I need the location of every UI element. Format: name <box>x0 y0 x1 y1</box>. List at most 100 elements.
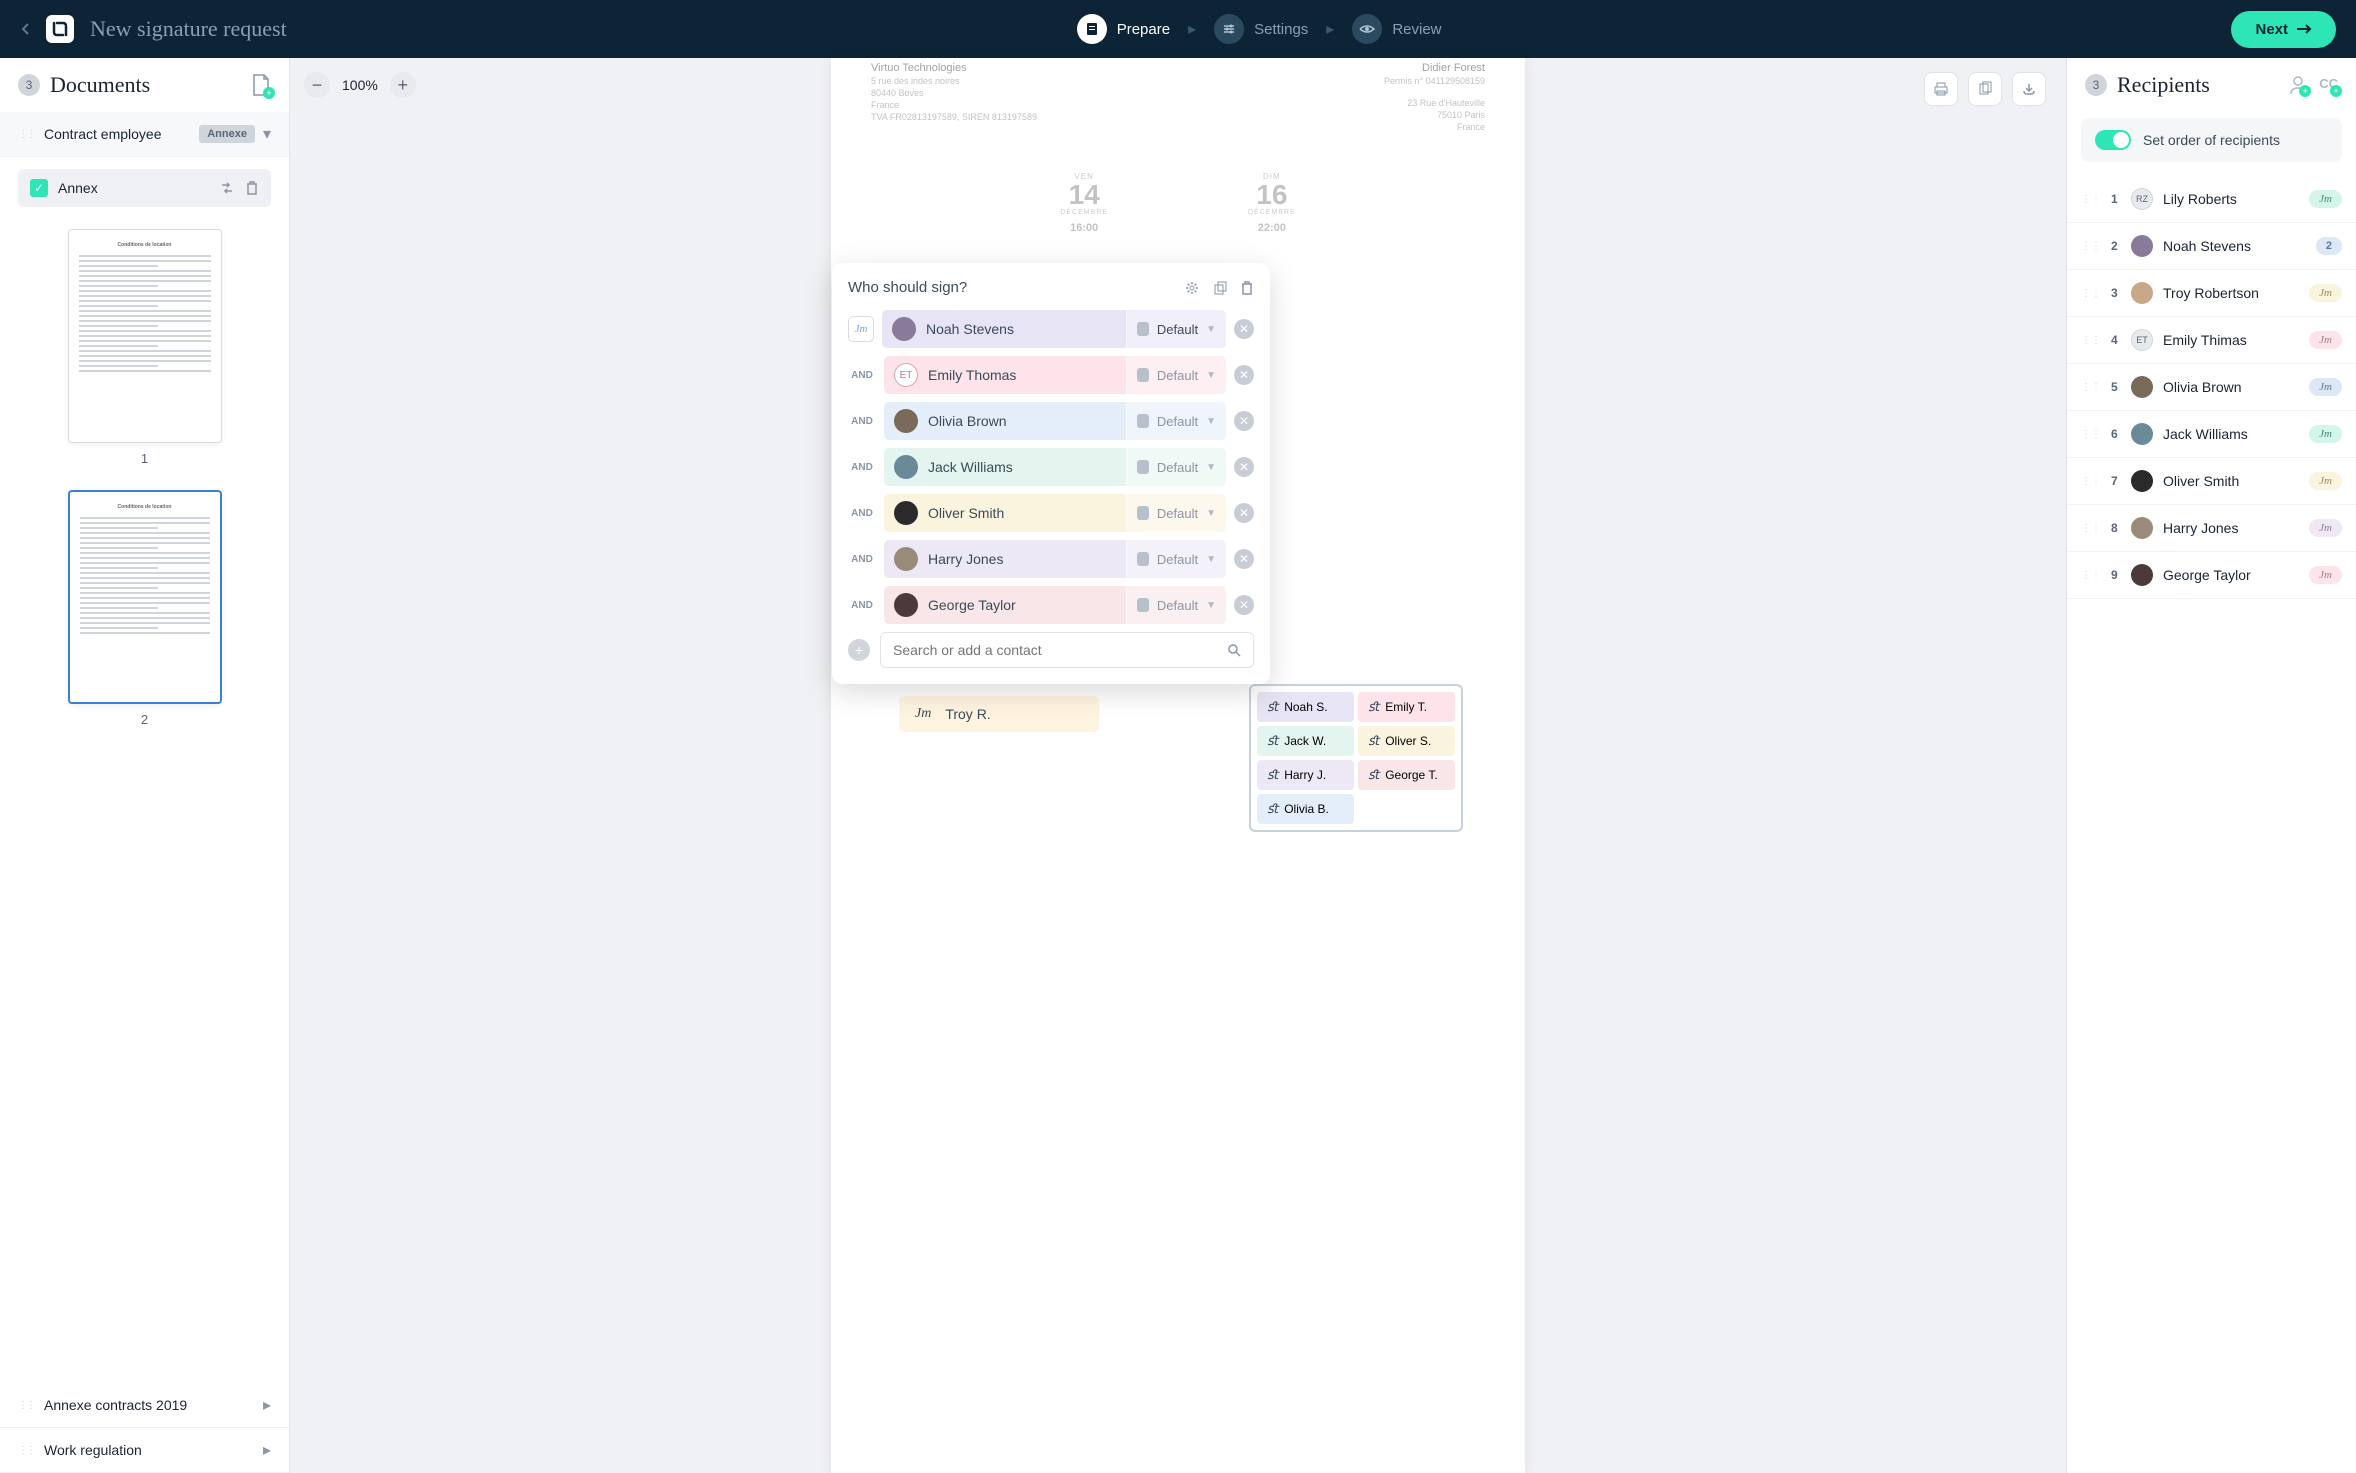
drag-handle-icon[interactable]: ⋮⋮ <box>2081 335 2101 346</box>
sig-cell-oliver[interactable]: ﬆOliver S. <box>1358 726 1455 756</box>
remove-signer-button[interactable]: ✕ <box>1234 503 1254 523</box>
add-recipient-button[interactable]: + <box>2289 75 2307 95</box>
chevron-right-icon[interactable]: ▸ <box>263 1440 271 1460</box>
remove-signer-button[interactable]: ✕ <box>1234 595 1254 615</box>
recipient-row[interactable]: ⋮⋮ 2 Noah Stevens 2 <box>2067 223 2356 270</box>
recipient-row[interactable]: ⋮⋮ 8 Harry Jones Jm <box>2067 505 2356 552</box>
signer-main[interactable]: ET Emily Thomas Default ▼ <box>884 356 1226 394</box>
swap-icon[interactable] <box>219 180 235 196</box>
page-thumbnail-1[interactable]: Conditions de location <box>68 229 222 443</box>
chevron-right-icon[interactable]: ▸ <box>263 1395 271 1415</box>
signer-main[interactable]: Olivia Brown Default ▼ <box>884 402 1226 440</box>
drag-handle-icon[interactable]: ⋮⋮ <box>18 1445 34 1456</box>
recipient-row[interactable]: ⋮⋮ 6 Jack Williams Jm <box>2067 411 2356 458</box>
documents-title: Documents <box>50 72 150 98</box>
and-label: AND <box>848 462 876 473</box>
annex-item[interactable]: ✓ Annex <box>18 169 271 207</box>
search-field[interactable] <box>893 642 1227 658</box>
signer-main[interactable]: Jack Williams Default ▼ <box>884 448 1226 486</box>
trash-icon[interactable] <box>245 180 259 196</box>
recipient-row[interactable]: ⋮⋮ 1 RZ Lily Roberts Jm <box>2067 176 2356 223</box>
page-thumbnail-2[interactable]: Conditions de location <box>68 490 222 704</box>
recipient-row[interactable]: ⋮⋮ 3 Troy Robertson Jm <box>2067 270 2356 317</box>
trash-icon[interactable] <box>1240 280 1254 296</box>
signer-default-dropdown[interactable]: Default ▼ <box>1126 448 1226 486</box>
chevron-down-icon[interactable]: ▾ <box>263 124 271 144</box>
remove-signer-button[interactable]: ✕ <box>1234 365 1254 385</box>
signer-default-dropdown[interactable]: Default ▼ <box>1126 310 1226 348</box>
drag-handle-icon[interactable]: ⋮⋮ <box>18 129 34 140</box>
next-button[interactable]: Next <box>2231 11 2336 48</box>
drag-handle-icon[interactable]: ⋮⋮ <box>2081 429 2101 440</box>
step-review-label: Review <box>1392 21 1441 38</box>
step-review[interactable]: Review <box>1352 14 1441 44</box>
signer-default-dropdown[interactable]: Default ▼ <box>1126 540 1226 578</box>
add-signer-button[interactable]: + <box>848 639 870 661</box>
signer-main[interactable]: Oliver Smith Default ▼ <box>884 494 1226 532</box>
copy-button[interactable] <box>1968 72 2002 106</box>
add-cc-button[interactable]: CC + <box>2319 75 2338 95</box>
drag-handle-icon[interactable]: ⋮⋮ <box>2081 382 2101 393</box>
signer-search-input[interactable] <box>880 632 1254 668</box>
add-document-button[interactable]: + <box>251 73 271 97</box>
drag-handle-icon[interactable]: ⋮⋮ <box>2081 241 2101 252</box>
recipient-row[interactable]: ⋮⋮ 9 George Taylor Jm <box>2067 552 2356 599</box>
zoom-out-button[interactable]: − <box>304 72 330 98</box>
document-item[interactable]: ⋮⋮ Contract employee Annexe ▾ <box>0 112 289 157</box>
drag-handle-icon[interactable]: ⋮⋮ <box>2081 288 2101 299</box>
drag-handle-icon[interactable]: ⋮⋮ <box>2081 570 2101 581</box>
plus-icon: + <box>263 87 275 99</box>
order-toggle[interactable] <box>2095 130 2131 150</box>
recipient-number: 4 <box>2111 333 2121 347</box>
gear-icon[interactable] <box>1184 280 1200 296</box>
copy-icon[interactable] <box>1212 280 1228 296</box>
signer-name: Jack Williams <box>928 459 1013 475</box>
signature-icon: ﬆ <box>1368 699 1379 715</box>
avatar <box>894 593 918 617</box>
remove-signer-button[interactable]: ✕ <box>1234 319 1254 339</box>
square-icon <box>1137 368 1149 382</box>
drag-handle-icon[interactable]: ⋮⋮ <box>2081 523 2101 534</box>
recipient-row[interactable]: ⋮⋮ 4 ET Emily Thimas Jm <box>2067 317 2356 364</box>
sig-cell-noah[interactable]: ﬆNoah S. <box>1257 692 1354 722</box>
signer-main[interactable]: Noah Stevens Default ▼ <box>882 310 1226 348</box>
signature-icon: ﬆ <box>1267 699 1278 715</box>
signer-main[interactable]: George Taylor Default ▼ <box>884 586 1226 624</box>
signer-default-dropdown[interactable]: Default ▼ <box>1126 356 1226 394</box>
step-prepare[interactable]: Prepare <box>1077 14 1170 44</box>
zoom-in-button[interactable]: + <box>390 72 416 98</box>
signature-grid[interactable]: ﬆNoah S. ﬆEmily T. ﬆJack W. ﬆOliver S. ﬆ… <box>1249 684 1463 832</box>
document-item[interactable]: ⋮⋮ Annexe contracts 2019 ▸ <box>0 1383 289 1428</box>
signature-icon: ﬆ <box>1368 733 1379 749</box>
drag-handle-icon[interactable]: ⋮⋮ <box>2081 194 2101 205</box>
signature-field-troy[interactable]: Jm Troy R. <box>899 696 1099 732</box>
step-settings[interactable]: Settings <box>1214 14 1308 44</box>
remove-signer-button[interactable]: ✕ <box>1234 411 1254 431</box>
sig-cell-harry[interactable]: ﬆHarry J. <box>1257 760 1354 790</box>
remove-signer-button[interactable]: ✕ <box>1234 457 1254 477</box>
print-button[interactable] <box>1924 72 1958 106</box>
page-title: New signature request <box>90 16 287 42</box>
remove-signer-button[interactable]: ✕ <box>1234 549 1254 569</box>
document-item[interactable]: ⋮⋮ Work regulation ▸ <box>0 1428 289 1473</box>
signer-default-dropdown[interactable]: Default ▼ <box>1126 586 1226 624</box>
signer-default-dropdown[interactable]: Default ▼ <box>1126 402 1226 440</box>
and-label: AND <box>848 600 876 611</box>
sig-cell-emily[interactable]: ﬆEmily T. <box>1358 692 1455 722</box>
sig-cell-olivia[interactable]: ﬆOlivia B. <box>1257 794 1354 824</box>
recipient-row[interactable]: ⋮⋮ 5 Olivia Brown Jm <box>2067 364 2356 411</box>
recipient-row[interactable]: ⋮⋮ 7 Oliver Smith Jm <box>2067 458 2356 505</box>
signer-default-dropdown[interactable]: Default ▼ <box>1126 494 1226 532</box>
signer-main[interactable]: Harry Jones Default ▼ <box>884 540 1226 578</box>
chevron-down-icon: ▼ <box>1206 554 1216 565</box>
download-button[interactable] <box>2012 72 2046 106</box>
drag-handle-icon[interactable]: ⋮⋮ <box>18 1400 34 1411</box>
sig-cell-george[interactable]: ﬆGeorge T. <box>1358 760 1455 790</box>
signer-name: Noah Stevens <box>926 321 1014 337</box>
drag-handle-icon[interactable]: ⋮⋮ <box>2081 476 2101 487</box>
back-arrow-icon[interactable] <box>20 22 30 36</box>
sig-cell-jack[interactable]: ﬆJack W. <box>1257 726 1354 756</box>
annexe-tag: Annexe <box>199 125 255 143</box>
step-settings-label: Settings <box>1254 21 1308 38</box>
recipients-panel: 3 Recipients + CC + Set order of recipie… <box>2066 58 2356 1473</box>
